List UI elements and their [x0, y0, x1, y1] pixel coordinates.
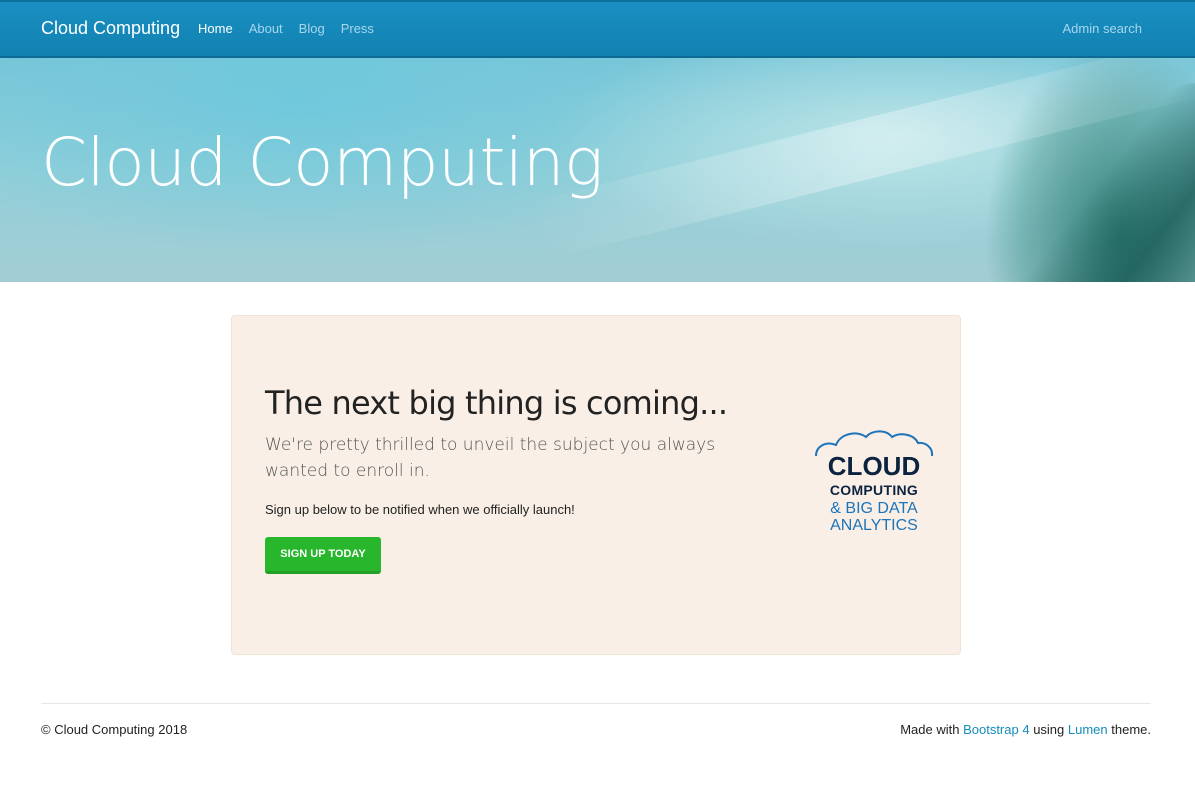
logo-computing-text: COMPUTING [829, 482, 919, 498]
logo-big-data-text: & BIG DATA [830, 500, 918, 517]
top-navbar: Cloud Computing Home About Blog Press Ad… [0, 0, 1195, 58]
announcement-card: The next big thing is coming... We're pr… [231, 315, 961, 655]
hero-banner: Cloud Computing [0, 58, 1195, 282]
card-heading: The next big thing is coming... [265, 384, 728, 422]
logo-cloud-text: CLOUD [827, 451, 921, 481]
footer-using-text: using [1029, 722, 1068, 737]
footer-copyright: © Cloud Computing 2018 [41, 722, 188, 737]
footer-divider [41, 703, 1151, 704]
nav-item-about[interactable]: About [249, 21, 283, 36]
nav-item-home[interactable]: Home [198, 21, 233, 36]
nav-menu: Home About Blog Press [198, 21, 390, 36]
cloud-computing-logo: CLOUD COMPUTING & BIG DATA ANALYTICS [814, 428, 934, 538]
nav-item-press[interactable]: Press [341, 21, 374, 36]
footer-theme-suffix: theme. [1107, 722, 1151, 737]
sign-up-button[interactable]: SIGN UP TODAY [265, 537, 381, 574]
bootstrap-link[interactable]: Bootstrap 4 [963, 722, 1030, 737]
nav-item-blog[interactable]: Blog [299, 21, 325, 36]
hero-title: Cloud Computing [41, 124, 604, 201]
logo-analytics-text: ANALYTICS [830, 517, 918, 534]
footer-made-with-text: Made with [900, 722, 964, 737]
card-signup-note: Sign up below to be notified when we off… [265, 502, 575, 517]
lumen-theme-link[interactable]: Lumen [1068, 722, 1108, 737]
navbar-brand[interactable]: Cloud Computing [41, 18, 180, 39]
admin-search-link[interactable]: Admin search [1063, 21, 1142, 36]
card-lead-text: We're pretty thrilled to unveil the subj… [265, 435, 716, 481]
footer-credits: Made with Bootstrap 4 using Lumen theme. [900, 722, 1151, 737]
